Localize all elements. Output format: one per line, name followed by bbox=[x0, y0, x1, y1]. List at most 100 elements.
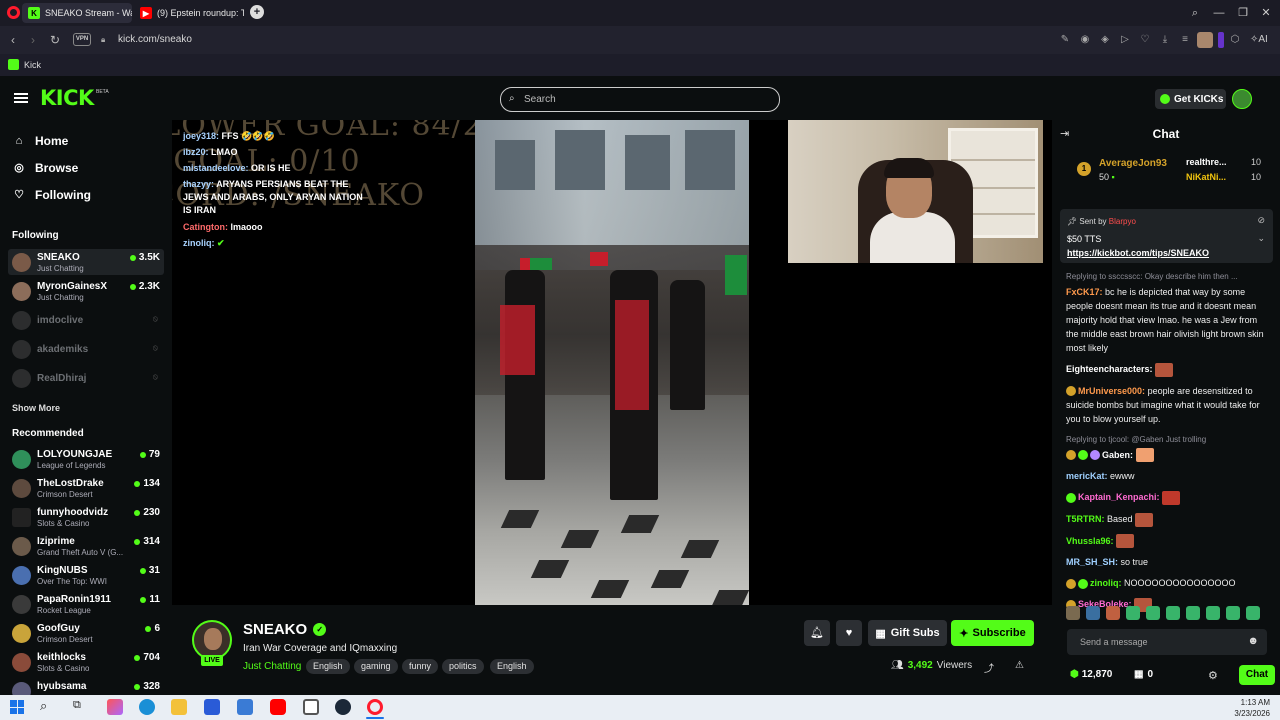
emote-icon[interactable] bbox=[1066, 606, 1080, 620]
vpn-badge[interactable]: VPN bbox=[73, 33, 91, 46]
gift-subs-button[interactable]: ▦ Gift Subs bbox=[868, 620, 947, 646]
sidebar-channel-hyubsama[interactable]: hyubsama 328 bbox=[8, 678, 164, 695]
share-icon[interactable]: ⤴ bbox=[984, 660, 994, 675]
emote-icon[interactable] bbox=[1146, 606, 1160, 620]
sidebar-channel-sneako[interactable]: SNEAKO Just Chatting 3.5K bbox=[8, 249, 164, 275]
edge-app-icon[interactable] bbox=[139, 699, 155, 715]
copilot-app-icon[interactable] bbox=[107, 699, 123, 715]
emote-icon[interactable] bbox=[1186, 606, 1200, 620]
camera-icon[interactable]: ◉ bbox=[1078, 33, 1092, 47]
heart-outline-icon[interactable]: ♡ bbox=[1138, 33, 1152, 47]
mail-app-icon[interactable] bbox=[237, 699, 253, 715]
leader-name[interactable]: realthre... bbox=[1186, 157, 1227, 167]
minimize-button[interactable]: — bbox=[1209, 4, 1229, 22]
close-button[interactable]: ✕ bbox=[1256, 4, 1276, 22]
store-app-icon[interactable] bbox=[204, 699, 220, 715]
steam-app-icon[interactable] bbox=[335, 699, 351, 715]
sidebar-channel-iziprime[interactable]: Iziprime Grand Theft Auto V (G... 314 bbox=[8, 533, 164, 559]
chat-message-input[interactable]: Send a message ☻ bbox=[1067, 629, 1267, 655]
category-link[interactable]: Just Chatting bbox=[243, 661, 301, 672]
show-more-link[interactable]: Show More bbox=[12, 403, 60, 413]
download-icon[interactable]: ⤓ bbox=[1158, 33, 1172, 47]
leader-name[interactable]: AverageJon93 bbox=[1099, 158, 1167, 169]
app-icon[interactable] bbox=[303, 699, 319, 715]
menu-icon[interactable]: ≡ bbox=[1178, 33, 1192, 47]
user-avatar[interactable] bbox=[1232, 89, 1252, 109]
video-player[interactable]: FOLLOWER GOAL: 84/250 SUB GOAL: 0/10 DIS… bbox=[172, 120, 1052, 605]
sidebar-channel-paparonin1911[interactable]: PapaRonin1911 Rocket League 11 bbox=[8, 591, 164, 617]
sidebar-channel-kingnubs[interactable]: KingNUBS Over The Top: WWI 31 bbox=[8, 562, 164, 588]
sidebar-channel-funnyhoodvidz[interactable]: funnyhoodvidz Slots & Casino 230 bbox=[8, 504, 164, 530]
sidebar-channel-thelostdrake[interactable]: TheLostDrake Crimson Desert 134 bbox=[8, 475, 164, 501]
unpin-icon[interactable]: ⊘ bbox=[1257, 215, 1265, 226]
file-explorer-app-icon[interactable] bbox=[171, 699, 187, 715]
tag-funny[interactable]: funny bbox=[402, 659, 439, 674]
sidebar-channel-myrongainesx[interactable]: MyronGainesX Just Chatting 2.3K bbox=[8, 278, 164, 304]
emote-icon[interactable] bbox=[1166, 606, 1180, 620]
emote-icon[interactable] bbox=[1086, 606, 1100, 620]
tab-sneako[interactable]: K SNEAKO Stream - Wa bbox=[22, 3, 132, 23]
nav-following[interactable]: ♡ Following bbox=[13, 188, 91, 202]
opera-logo-icon[interactable] bbox=[7, 6, 20, 19]
tag-english-2[interactable]: English bbox=[490, 659, 534, 674]
lock-icon[interactable]: 🔒︎ bbox=[101, 35, 105, 45]
emote-icon[interactable] bbox=[1206, 606, 1220, 620]
extensions-icon[interactable]: ⬡ bbox=[1228, 33, 1242, 47]
subscribe-button[interactable]: ✦ Subscribe bbox=[951, 620, 1034, 646]
sidebar-channel-lolyoungjae[interactable]: LOLYOUNGJAE League of Legends 79 bbox=[8, 446, 164, 472]
emoji-picker-icon[interactable]: ☻ bbox=[1247, 635, 1259, 647]
nav-browse[interactable]: ◎ Browse bbox=[13, 161, 78, 175]
reload-button[interactable]: ↻ bbox=[46, 31, 64, 49]
channel-name[interactable]: SNEAKO ✓ bbox=[243, 621, 327, 638]
play-icon[interactable]: ▷ bbox=[1118, 33, 1132, 47]
expand-icon[interactable]: ⌄ bbox=[1257, 233, 1265, 244]
youtube-app-icon[interactable] bbox=[270, 699, 286, 715]
back-button[interactable]: ‹ bbox=[4, 31, 22, 49]
system-clock[interactable]: 1:13 AM 3/23/2026 bbox=[1234, 697, 1270, 719]
emote-icon[interactable] bbox=[1126, 606, 1140, 620]
chat-settings-icon[interactable]: ⚙ bbox=[1208, 669, 1218, 682]
search-icon[interactable]: ⌕ bbox=[40, 698, 47, 714]
gift-count[interactable]: ▦ 0 bbox=[1134, 669, 1153, 680]
follow-heart-button[interactable]: ♥ bbox=[836, 620, 862, 646]
tag-politics[interactable]: politics bbox=[442, 659, 484, 674]
ai-button[interactable]: ✧AI bbox=[1250, 34, 1268, 45]
leader-name[interactable]: NiKatNi... bbox=[1186, 172, 1226, 182]
pinned-message[interactable]: 📌︎ Sent by Blarpyo ⊘ ⌄ $50 TTS https://k… bbox=[1060, 209, 1273, 263]
report-icon[interactable]: ⚠ bbox=[1015, 660, 1024, 671]
kick-logo[interactable]: KICK bbox=[40, 86, 94, 110]
tag-gaming[interactable]: gaming bbox=[354, 659, 398, 674]
maximize-button[interactable]: ❐ bbox=[1233, 4, 1253, 22]
channel-avatar[interactable] bbox=[192, 620, 232, 660]
sidebar-channel-akademiks[interactable]: akademiks ⦸ bbox=[8, 336, 164, 362]
profile-avatar[interactable] bbox=[1197, 32, 1213, 48]
task-view-icon[interactable]: ⧉ bbox=[73, 699, 81, 712]
sidebar-channel-goofguy[interactable]: GoofGuy Crimson Desert 6 bbox=[8, 620, 164, 646]
forward-button[interactable]: › bbox=[24, 31, 42, 49]
emote-icon[interactable] bbox=[1226, 606, 1240, 620]
windows-start-icon[interactable] bbox=[10, 700, 24, 714]
emote-icon[interactable] bbox=[1246, 606, 1260, 620]
sidebar-channel-imdoclive[interactable]: imdoclive ⦸ bbox=[8, 307, 164, 333]
tag-english[interactable]: English bbox=[306, 659, 350, 674]
opera-app-icon[interactable] bbox=[367, 699, 383, 715]
url-field[interactable]: kick.com/sneako bbox=[118, 34, 192, 45]
emote-icon[interactable] bbox=[1106, 606, 1120, 620]
shield-icon[interactable]: ◈ bbox=[1098, 33, 1112, 47]
send-chat-button[interactable]: Chat bbox=[1239, 665, 1275, 685]
kicks-balance[interactable]: ⬢ 12,870 bbox=[1070, 669, 1112, 680]
street-video-clip bbox=[475, 120, 749, 605]
sidebar-channel-keithlocks[interactable]: keithlocks Slots & Casino 704 bbox=[8, 649, 164, 675]
hamburger-menu-icon[interactable] bbox=[14, 93, 28, 103]
new-tab-button[interactable]: + bbox=[250, 5, 264, 19]
sidebar-channel-realdhiraj[interactable]: RealDhiraj ⦸ bbox=[8, 365, 164, 391]
notification-bell-button[interactable]: 🔔︎ bbox=[804, 620, 830, 646]
get-kicks-button[interactable]: Get KICKs bbox=[1155, 89, 1226, 109]
search-tabs-icon[interactable]: ⌕ bbox=[1185, 4, 1205, 22]
tab-epstein[interactable]: ▶ (9) Epstein roundup: Trum bbox=[134, 3, 244, 23]
pinned-link[interactable]: https://kickbot.com/tips/SNEAKO bbox=[1067, 248, 1209, 258]
bookmark-kick[interactable]: Kick bbox=[8, 59, 41, 70]
search-input[interactable]: ⌕ Search bbox=[500, 87, 780, 112]
edit-icon[interactable]: ✎ bbox=[1058, 33, 1072, 47]
nav-home[interactable]: ⌂ Home bbox=[13, 134, 69, 148]
